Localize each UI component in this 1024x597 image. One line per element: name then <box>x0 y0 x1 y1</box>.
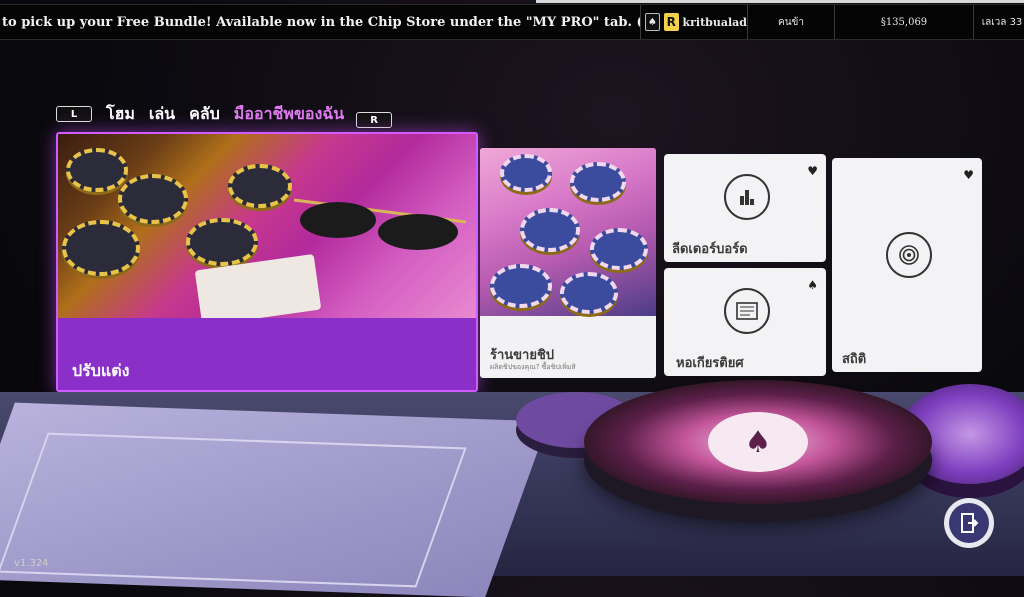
chip-graphic <box>66 148 128 192</box>
chip-graphic <box>228 164 292 208</box>
chip-graphic <box>118 174 188 224</box>
tab-my-pro[interactable]: มืออาชีพของฉัน <box>234 102 344 127</box>
chip-emblem-icon: ♠ <box>708 412 808 472</box>
bar-chart-icon <box>724 174 770 220</box>
chip-graphic <box>62 220 140 276</box>
chip-store-subtitle: ผลิตชิปของคุณ? ซื้อชิปเพิ่มสิ <box>490 363 576 371</box>
customize-art <box>58 134 476 327</box>
sunglasses-graphic <box>293 198 467 250</box>
top-accent-line <box>536 0 1024 3</box>
chip-graphic <box>500 154 552 192</box>
main-nav: L โฮม เล่น คลับ มืออาชีพของฉัน R <box>56 100 393 128</box>
rank-label: คนข้า <box>747 5 834 39</box>
chip-store-card[interactable]: ร้านขายชิป ผลิตชิปของคุณ? ซื้อชิปเพิ่มสิ <box>480 148 656 378</box>
tab-home[interactable]: โฮม <box>106 102 135 127</box>
heart-icon: ♥ <box>963 168 974 182</box>
stats-card[interactable]: ♥ สถิติ <box>832 158 982 372</box>
exit-button[interactable] <box>944 498 994 548</box>
exit-door-icon <box>949 503 989 543</box>
leaderboard-card[interactable]: ♥ ลีดเดอร์บอร์ด <box>664 154 826 262</box>
news-ticker: to pick up your Free Bundle! Available n… <box>2 14 640 30</box>
spiral-icon <box>886 232 932 278</box>
spade-icon: ♠ <box>807 278 818 292</box>
table-card-border <box>0 432 467 588</box>
player-level: เลเวล 33 <box>973 5 1024 39</box>
chip-balance: §135,069 <box>834 5 973 39</box>
tab-play[interactable]: เล่น <box>149 102 175 127</box>
hall-of-fame-card[interactable]: ♠ หอเกียรติยศ <box>664 268 826 376</box>
chip-graphic <box>570 162 626 202</box>
tab-club[interactable]: คลับ <box>189 102 220 127</box>
left-bumper-hint[interactable]: L <box>56 106 92 122</box>
top-bar: to pick up your Free Bundle! Available n… <box>0 4 1024 40</box>
chip-graphic <box>520 208 580 252</box>
chip-graphic <box>560 272 618 314</box>
customize-card[interactable]: ปรับแต่ง <box>56 132 478 392</box>
chip-graphic <box>186 218 258 266</box>
stats-label: สถิติ <box>842 352 867 367</box>
username: kritbualad <box>682 15 748 29</box>
player-profile[interactable]: ♠ R kritbualad <box>640 5 747 39</box>
leaderboard-label: ลีดเดอร์บอร์ด <box>672 242 748 257</box>
player-info: ♠ R kritbualad คนข้า §135,069 เลเวล 33 <box>640 5 1024 39</box>
featured-chip-graphic: ♠ <box>584 380 932 504</box>
document-icon <box>724 288 770 334</box>
chip-graphic <box>490 264 552 308</box>
version-label: v1.324 <box>14 558 49 569</box>
chip-graphic <box>590 228 648 270</box>
spade-icon: ♠ <box>645 13 660 31</box>
right-bumper-hint[interactable]: R <box>356 112 393 128</box>
avatar: R <box>663 13 679 31</box>
customize-label: ปรับแต่ง <box>72 361 130 380</box>
chip-store-art <box>480 148 656 316</box>
heart-icon: ♥ <box>807 164 818 178</box>
hall-of-fame-label: หอเกียรติยศ <box>676 356 744 371</box>
